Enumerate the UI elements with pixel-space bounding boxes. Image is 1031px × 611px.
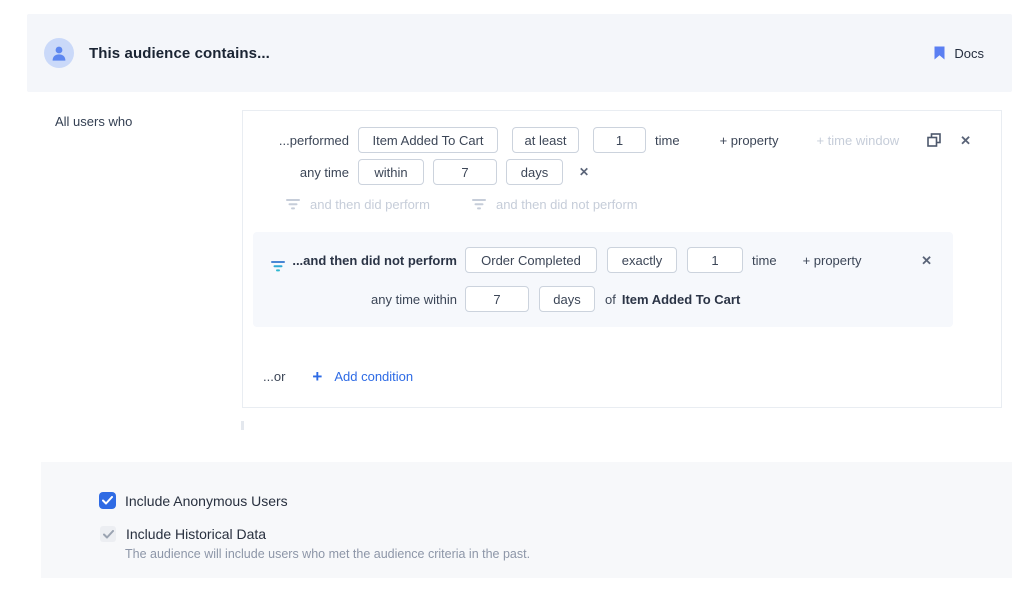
plus-icon: + — [312, 368, 322, 385]
condition2-main-row: ...and then did not perform Order Comple… — [253, 247, 953, 273]
condition1-actions: ✕ — [927, 133, 1001, 147]
condition2-window-row: any time within days of Item Added To Ca… — [253, 286, 953, 312]
followup-options-row: and then did perform and then did not pe… — [243, 195, 1001, 213]
page-title: This audience contains... — [89, 45, 270, 62]
window-unit-select[interactable]: days — [506, 159, 563, 185]
funnel-icon — [286, 199, 300, 210]
user-icon — [52, 46, 66, 61]
funnel-icon-active — [271, 261, 285, 272]
count-input[interactable] — [593, 127, 646, 153]
remove-condition1-icon[interactable]: ✕ — [960, 134, 971, 147]
event2-select[interactable]: Order Completed — [465, 247, 597, 273]
bookmark-icon — [934, 46, 945, 60]
window-operator-select[interactable]: within — [358, 159, 424, 185]
and-then-did-not-perform-option[interactable]: and then did not perform — [472, 197, 638, 212]
historical-data-label: Include Historical Data — [126, 526, 266, 542]
remove-time-window-icon[interactable]: ✕ — [579, 166, 589, 178]
subcondition-box: ...and then did not perform Order Comple… — [253, 232, 953, 327]
funnel-icon — [472, 199, 486, 210]
window-unit2-select[interactable]: days — [539, 286, 595, 312]
any-time-within-label: any time within — [371, 292, 457, 307]
audience-builder-page: This audience contains... Docs All users… — [0, 0, 1031, 611]
check-icon — [103, 530, 114, 539]
historical-data-option: Include Historical Data — [100, 526, 266, 542]
audience-options-section: Include Anonymous Users Include Historic… — [41, 462, 1012, 578]
audience-header: This audience contains... Docs — [27, 14, 1012, 92]
add-property2-button[interactable]: + property — [803, 253, 862, 268]
duplicate-icon[interactable] — [927, 133, 941, 147]
operator-select[interactable]: at least — [512, 127, 579, 153]
operator2-select[interactable]: exactly — [607, 247, 677, 273]
anonymous-users-checkbox[interactable] — [99, 492, 116, 509]
condition1-main-row: ...performed Item Added To Cart at least… — [243, 127, 1001, 153]
add-condition-label: Add condition — [334, 369, 413, 384]
anonymous-users-option: Include Anonymous Users — [99, 492, 288, 509]
or-label: ...or — [263, 369, 285, 384]
performed-label: ...performed — [243, 133, 349, 148]
check-icon — [102, 496, 113, 505]
add-time-window-button[interactable]: + time window — [816, 133, 899, 148]
of-label: of — [605, 292, 616, 307]
all-users-label: All users who — [55, 114, 132, 129]
window-count2-input[interactable] — [465, 286, 529, 312]
add-condition-button[interactable]: + Add condition — [312, 368, 413, 385]
event-select[interactable]: Item Added To Cart — [358, 127, 498, 153]
historical-data-checkbox[interactable] — [100, 526, 116, 542]
condition-panel: ...performed Item Added To Cart at least… — [242, 110, 1002, 408]
condition2-label: ...and then did not perform — [292, 253, 457, 268]
docs-label: Docs — [954, 46, 984, 61]
and-then-did-not-perform-label: and then did not perform — [496, 197, 638, 212]
avatar — [44, 38, 74, 68]
connector-tick — [241, 421, 244, 430]
historical-data-description: The audience will include users who met … — [125, 547, 530, 561]
remove-condition2-icon[interactable]: ✕ — [921, 254, 953, 267]
and-then-did-perform-option[interactable]: and then did perform — [286, 197, 430, 212]
reference-event-label: Item Added To Cart — [622, 292, 740, 307]
docs-link[interactable]: Docs — [934, 46, 984, 61]
window-count-input[interactable] — [433, 159, 497, 185]
add-property-button[interactable]: + property — [720, 133, 779, 148]
time-label: time — [655, 133, 680, 148]
or-row: ...or + Add condition — [243, 365, 1001, 387]
count2-input[interactable] — [687, 247, 743, 273]
and-then-did-perform-label: and then did perform — [310, 197, 430, 212]
time2-label: time — [752, 253, 777, 268]
condition1-window-row: any time within days ✕ — [243, 159, 1001, 185]
any-time-label: any time — [243, 165, 349, 180]
anonymous-users-label: Include Anonymous Users — [125, 493, 288, 509]
